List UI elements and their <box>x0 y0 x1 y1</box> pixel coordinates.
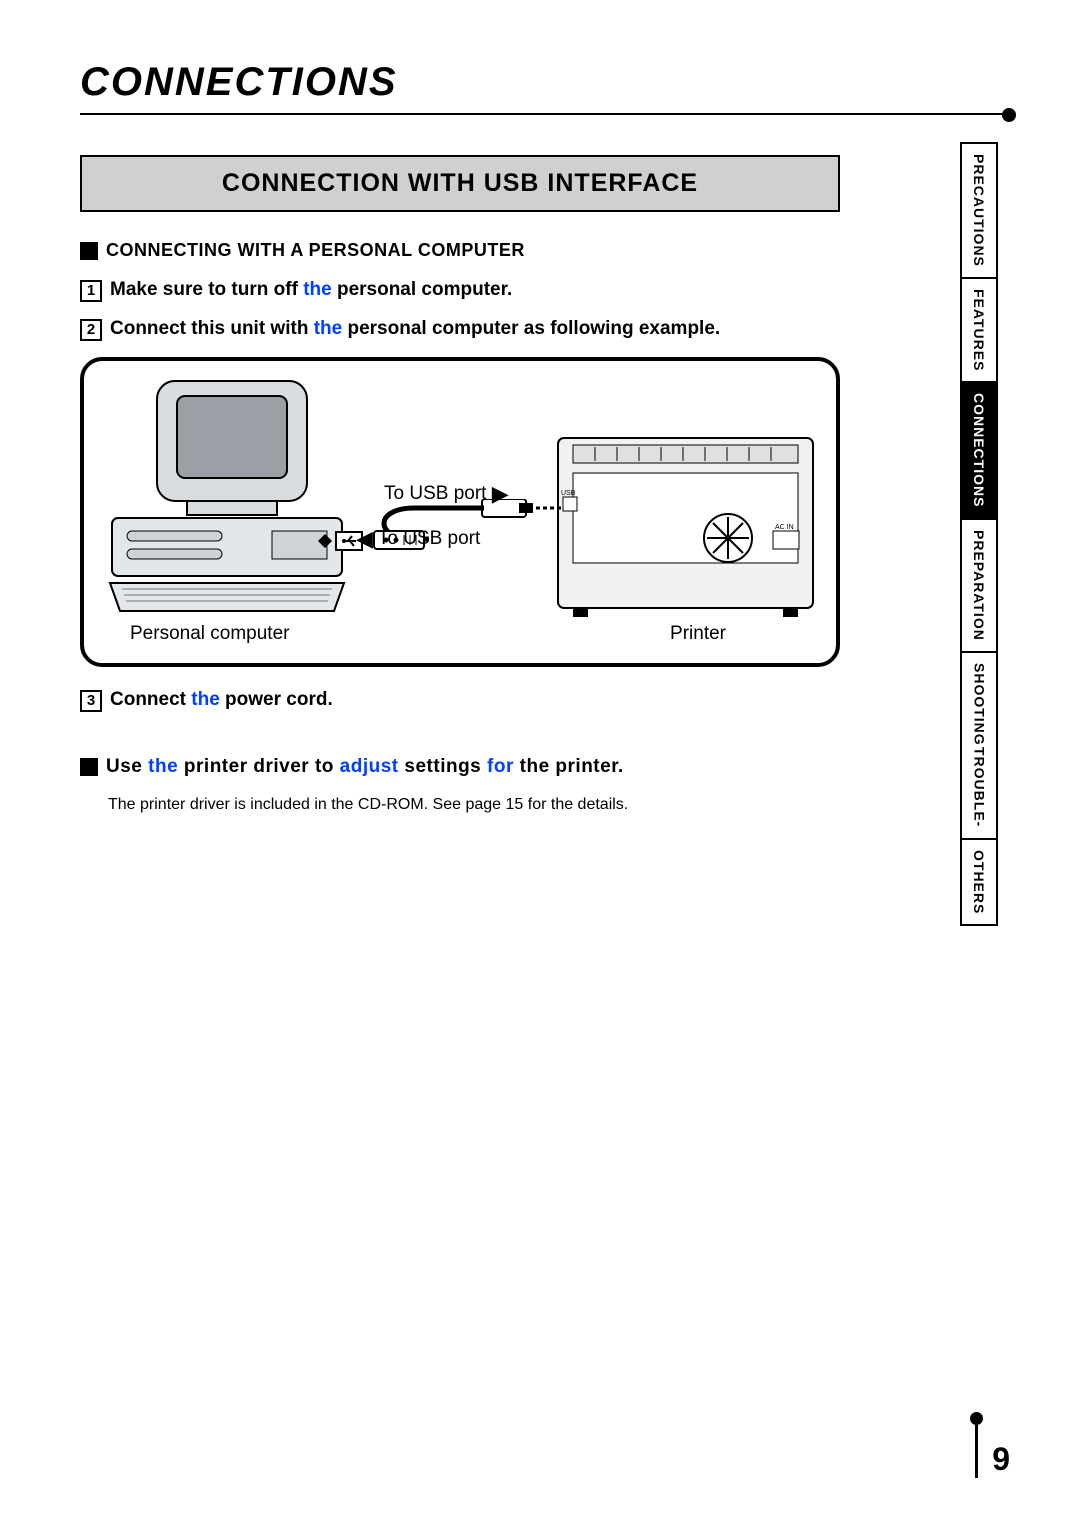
section-heading-box: CONNECTION WITH USB INTERFACE <box>80 155 840 212</box>
step-3-blue: the <box>191 689 220 710</box>
drv-b3: for <box>487 756 514 777</box>
step-2-post: personal computer as following example. <box>342 318 720 339</box>
tab-ts-line1: TROUBLE- <box>972 747 987 827</box>
svg-text:AC IN: AC IN <box>775 524 794 531</box>
diagram-label-usb-left: ◀ To USB port <box>356 526 480 552</box>
diagram-label-pc: Personal computer <box>130 623 289 645</box>
step-1-post: personal computer. <box>332 279 513 300</box>
step-3-post: power cord. <box>220 689 333 710</box>
subheading-row: CONNECTING WITH A PERSONAL COMPUTER <box>80 240 840 261</box>
driver-heading-row: Use the printer driver to adjust setting… <box>80 756 840 778</box>
step-2-text: Connect this unit with the personal comp… <box>110 318 720 340</box>
step-3-text: Connect the power cord. <box>110 689 333 711</box>
tab-precautions[interactable]: PRECAUTIONS <box>960 142 998 279</box>
drv-b1: the <box>148 756 178 777</box>
section-heading: CONNECTION WITH USB INTERFACE <box>98 169 822 198</box>
diagram-label-usb-right: To USB port ▶ <box>384 481 509 507</box>
diagram-label-printer: Printer <box>670 623 726 645</box>
driver-heading: Use the printer driver to adjust setting… <box>106 756 624 778</box>
drv-b2: adjust <box>340 756 399 777</box>
step-1: 1 Make sure to turn off the personal com… <box>80 279 840 302</box>
title-rule <box>80 113 1010 115</box>
connection-diagram: AC IN USB <box>80 357 840 667</box>
personal-computer-icon <box>102 373 352 623</box>
step-2: 2 Connect this unit with the personal co… <box>80 318 840 341</box>
tab-preparation[interactable]: PREPARATION <box>960 520 998 653</box>
arrow-left-icon: ◀ <box>356 526 373 551</box>
svg-text:USB: USB <box>561 490 576 497</box>
page-number: 9 <box>992 1441 1010 1478</box>
arrow-right-icon: ▶ <box>492 481 509 506</box>
page-title: CONNECTIONS <box>80 60 1010 105</box>
step-1-blue: the <box>303 279 332 300</box>
tab-ts-line2: SHOOTING <box>972 663 987 746</box>
page-number-region: 9 <box>975 1418 1010 1478</box>
step-2-blue: the <box>314 318 343 339</box>
step-number-icon: 2 <box>80 319 102 341</box>
driver-note: The printer driver is included in the CD… <box>108 796 840 814</box>
tab-connections[interactable]: CONNECTIONS <box>960 383 998 519</box>
step-3: 3 Connect the power cord. <box>80 689 840 712</box>
square-bullet-icon <box>80 242 98 260</box>
step-1-text: Make sure to turn off the personal compu… <box>110 279 512 301</box>
section-tabs: PRECAUTIONS FEATURES CONNECTIONS PREPARA… <box>960 142 1010 926</box>
subheading-text: CONNECTING WITH A PERSONAL COMPUTER <box>106 240 525 261</box>
page-marker-icon <box>975 1418 978 1478</box>
drv-m2: settings <box>399 756 487 777</box>
drv-pre1: Use <box>106 756 148 777</box>
step-1-pre: Make sure to turn off <box>110 279 303 300</box>
drv-m1: printer driver to <box>178 756 340 777</box>
printer-icon: AC IN USB <box>553 433 818 623</box>
usb-left-text: To USB port <box>378 528 480 549</box>
tab-others[interactable]: OTHERS <box>960 840 998 926</box>
square-bullet-icon <box>80 758 98 776</box>
step-3-pre: Connect <box>110 689 191 710</box>
step-number-icon: 3 <box>80 690 102 712</box>
tab-troubleshooting[interactable]: SHOOTING TROUBLE- <box>960 653 998 840</box>
step-number-icon: 1 <box>80 280 102 302</box>
tab-features[interactable]: FEATURES <box>960 279 998 383</box>
drv-post: the printer. <box>514 756 624 777</box>
step-2-pre: Connect this unit with <box>110 318 314 339</box>
content-column: CONNECTION WITH USB INTERFACE CONNECTING… <box>80 155 840 814</box>
usb-right-text: To USB port <box>384 483 486 504</box>
